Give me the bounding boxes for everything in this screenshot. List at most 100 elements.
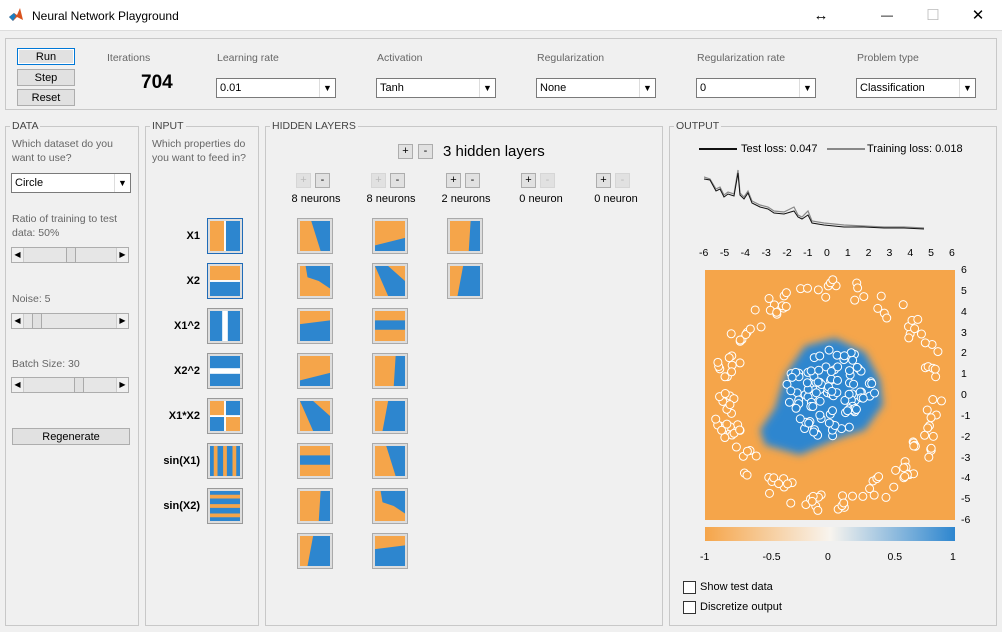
- learning-rate-select[interactable]: 0.01 ▼: [216, 78, 336, 98]
- chevron-down-icon: ▼: [639, 79, 655, 97]
- arrow-left-icon[interactable]: ◀: [12, 248, 24, 262]
- slider-thumb[interactable]: [32, 313, 43, 329]
- data-point: [808, 402, 818, 412]
- neuron[interactable]: [372, 308, 408, 344]
- add-neuron-button[interactable]: +: [521, 173, 536, 188]
- tick-label: 1: [961, 368, 967, 381]
- data-point: [750, 305, 760, 315]
- arrow-left-icon[interactable]: ◀: [12, 314, 24, 328]
- data-point: [811, 388, 821, 398]
- regenerate-button[interactable]: Regenerate: [12, 428, 130, 445]
- dataset-select[interactable]: Circle ▼: [11, 173, 131, 193]
- run-button[interactable]: Run: [17, 48, 75, 65]
- regularization-label: Regularization: [537, 52, 605, 64]
- add-neuron-button[interactable]: +: [371, 173, 386, 188]
- remove-neuron-button[interactable]: -: [540, 173, 555, 188]
- neuron[interactable]: [372, 398, 408, 434]
- batch-slider[interactable]: ◀ ▶: [11, 377, 129, 393]
- feature-toggle[interactable]: [207, 398, 243, 434]
- arrow-left-icon[interactable]: ◀: [12, 378, 24, 392]
- neuron[interactable]: [447, 218, 483, 254]
- slider-thumb[interactable]: [74, 377, 85, 393]
- neuron[interactable]: [297, 398, 333, 434]
- regularization-select[interactable]: None ▼: [536, 78, 656, 98]
- slider-track[interactable]: [24, 313, 116, 329]
- remove-neuron-button[interactable]: -: [615, 173, 630, 188]
- neuron[interactable]: [297, 218, 333, 254]
- tick-label: -2: [961, 430, 971, 443]
- close-button[interactable]: ✕: [955, 0, 1001, 31]
- arrow-right-icon[interactable]: ▶: [116, 378, 128, 392]
- feature-toggle[interactable]: [207, 353, 243, 389]
- slider-thumb[interactable]: [66, 247, 76, 263]
- data-point: [844, 422, 854, 432]
- data-point: [844, 366, 854, 376]
- data-point: [813, 285, 823, 295]
- tick-label: 2: [865, 247, 872, 259]
- feature-label: X1^2: [174, 320, 200, 332]
- feature-toggle[interactable]: [207, 488, 243, 524]
- data-point: [869, 490, 879, 500]
- neuron[interactable]: [372, 263, 408, 299]
- neuron[interactable]: [447, 263, 483, 299]
- feature-toggle[interactable]: [207, 443, 243, 479]
- remove-neuron-button[interactable]: -: [315, 173, 330, 188]
- data-point: [713, 357, 723, 367]
- ratio-slider[interactable]: ◀ ▶: [11, 247, 129, 263]
- data-point: [807, 496, 817, 506]
- problem-type-select[interactable]: Classification ▼: [856, 78, 976, 98]
- remove-neuron-button[interactable]: -: [390, 173, 405, 188]
- arrow-right-icon[interactable]: ▶: [116, 314, 128, 328]
- slider-track[interactable]: [24, 377, 116, 393]
- activation-select[interactable]: Tanh ▼: [376, 78, 496, 98]
- reset-button[interactable]: Reset: [17, 89, 75, 106]
- tick-label: -4: [740, 247, 750, 259]
- feature-toggle[interactable]: [207, 218, 243, 254]
- feature-toggle[interactable]: [207, 308, 243, 344]
- neuron[interactable]: [372, 488, 408, 524]
- remove-neuron-button[interactable]: -: [465, 173, 480, 188]
- neuron[interactable]: [297, 353, 333, 389]
- data-point: [824, 345, 834, 355]
- regularization-value: None: [540, 82, 567, 94]
- discretize-output-checkbox[interactable]: [683, 601, 696, 614]
- data-point: [839, 498, 849, 508]
- minimize-button[interactable]: —: [864, 0, 910, 31]
- problem-type-value: Classification: [860, 82, 925, 94]
- add-layer-button[interactable]: +: [398, 144, 413, 159]
- data-point: [720, 372, 730, 382]
- arrow-right-icon[interactable]: ▶: [116, 248, 128, 262]
- data-point: [787, 372, 797, 382]
- step-button[interactable]: Step: [17, 69, 75, 86]
- neuron[interactable]: [372, 218, 408, 254]
- tick-label: 1: [950, 551, 956, 563]
- neuron[interactable]: [297, 533, 333, 569]
- regularization-rate-select[interactable]: 0 ▼: [696, 78, 816, 98]
- neuron[interactable]: [297, 263, 333, 299]
- neuron[interactable]: [372, 533, 408, 569]
- control-panel: Run Step Reset Iterations 704 Learning r…: [5, 38, 997, 110]
- add-neuron-button[interactable]: +: [446, 173, 461, 188]
- add-neuron-button[interactable]: +: [296, 173, 311, 188]
- noise-slider[interactable]: ◀ ▶: [11, 313, 129, 329]
- remove-layer-button[interactable]: -: [418, 144, 433, 159]
- neuron[interactable]: [297, 443, 333, 479]
- resize-icon[interactable]: ↔: [798, 0, 844, 31]
- decision-boundary-plot: [705, 270, 955, 520]
- show-test-data-checkbox[interactable]: [683, 581, 696, 594]
- feature-label: X1: [186, 230, 200, 242]
- neuron[interactable]: [372, 443, 408, 479]
- iterations-value: 704: [141, 72, 173, 93]
- neuron[interactable]: [372, 353, 408, 389]
- neuron[interactable]: [297, 488, 333, 524]
- data-point: [899, 463, 909, 473]
- slider-track[interactable]: [24, 247, 116, 263]
- data-point: [786, 498, 796, 508]
- regularization-rate-value: 0: [700, 82, 707, 94]
- data-point: [720, 389, 730, 399]
- maximize-button[interactable]: ☐: [910, 0, 956, 31]
- add-neuron-button[interactable]: +: [596, 173, 611, 188]
- neuron[interactable]: [297, 308, 333, 344]
- data-point: [735, 425, 745, 435]
- feature-toggle[interactable]: [207, 263, 243, 299]
